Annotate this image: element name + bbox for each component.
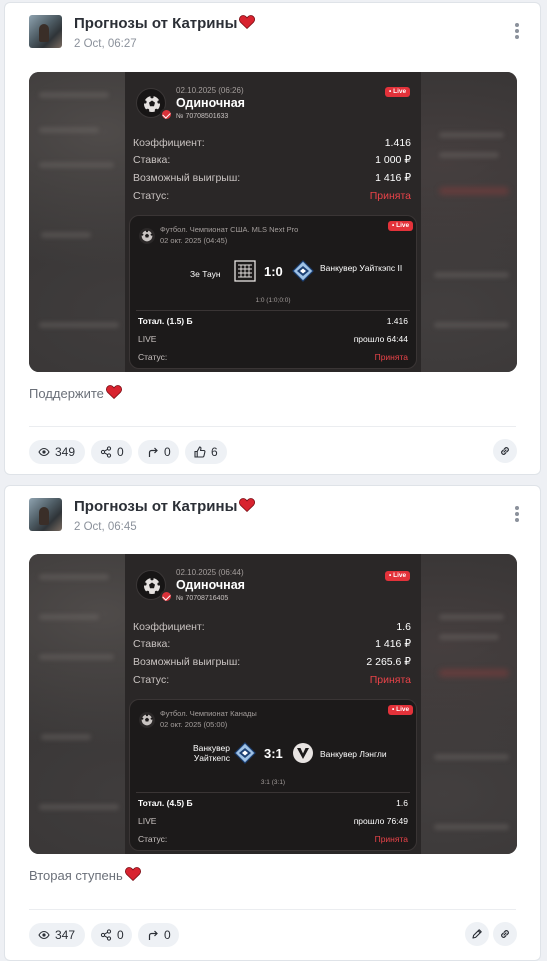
row-possible-win: Возможный выигрыш: 1 416 ₽ xyxy=(133,172,411,184)
ticket-type: Одиночная xyxy=(176,578,245,592)
author-name[interactable]: Прогнозы от Катрины xyxy=(74,498,256,515)
share-button[interactable]: 0 xyxy=(91,923,132,947)
share-icon xyxy=(100,446,112,458)
ticket-type: Одиночная xyxy=(176,96,245,110)
away-team-logo xyxy=(293,743,313,763)
home-team-logo xyxy=(234,742,256,764)
repost-arrow-icon xyxy=(148,930,158,940)
match-date: 02 окт. 2025 (05:00) xyxy=(160,720,228,729)
live-badge: • Live xyxy=(388,221,414,231)
views-counter[interactable]: 347 xyxy=(29,923,85,947)
ticket-date: 02.10.2025 (06:44) xyxy=(176,568,244,577)
match-score: 3:1 xyxy=(264,746,283,761)
avatar[interactable] xyxy=(29,498,62,531)
post-caption: Поддержите xyxy=(29,385,122,401)
share-icon xyxy=(100,929,112,941)
post-time: 2 Oct, 06:45 xyxy=(74,521,137,533)
match-row-status: Статус: Принята xyxy=(138,352,408,362)
away-team: Ванкувер Уайткэпс II xyxy=(320,263,403,273)
more-vertical-icon[interactable] xyxy=(514,506,520,524)
post-header: Прогнозы от Катрины 2 Oct, 06:27 xyxy=(29,15,520,55)
post-card: Прогнозы от Катрины 2 Oct, 06:45 02.10.2… xyxy=(4,485,541,961)
ticket-date: 02.10.2025 (06:26) xyxy=(176,86,244,95)
home-team: Зе Таун xyxy=(190,269,221,279)
bet-ticket: 02.10.2025 (06:44) Одиночная № 707087164… xyxy=(125,554,421,854)
post-image[interactable]: 02.10.2025 (06:44) Одиночная № 707087164… xyxy=(29,554,517,854)
row-status: Статус: Принята xyxy=(133,674,411,686)
copy-link-button[interactable] xyxy=(493,439,517,463)
repost-arrow-icon xyxy=(148,447,158,457)
match-league: Футбол. Чемпионат Канады xyxy=(160,709,257,718)
post-image[interactable]: 02.10.2025 (06:26) Одиночная № 707085016… xyxy=(29,72,517,372)
row-stake: Ставка: 1 000 ₽ xyxy=(133,154,411,166)
match-row-live: LIVE прошло 64:44 xyxy=(138,334,408,344)
pencil-icon xyxy=(472,929,482,939)
match-row-total: Тотал. (4.5) Б 1.6 xyxy=(138,798,408,808)
soccer-ball-icon xyxy=(139,712,155,728)
more-vertical-icon[interactable] xyxy=(514,23,520,41)
home-team-logo xyxy=(234,260,256,282)
link-icon xyxy=(501,930,509,938)
match-subscore: 3:1 (3:1) xyxy=(260,779,286,786)
live-badge: • Live xyxy=(388,705,414,715)
match-card: Футбол. Чемпионат США. MLS Next Pro 02 о… xyxy=(129,215,417,369)
like-button[interactable]: 6 xyxy=(185,440,227,464)
match-subscore: 1:0 (1:0;0:0) xyxy=(255,297,291,304)
thumbs-up-icon xyxy=(194,446,206,458)
ticket-number: № 70708716405 xyxy=(176,595,229,602)
views-counter[interactable]: 349 xyxy=(29,440,85,464)
bet-ticket: 02.10.2025 (06:26) Одиночная № 707085016… xyxy=(125,72,421,372)
edit-button[interactable] xyxy=(465,922,489,946)
match-score: 1:0 xyxy=(264,264,283,279)
away-team-logo xyxy=(292,260,314,282)
live-badge: • Live xyxy=(385,87,411,97)
eye-icon xyxy=(38,447,50,457)
match-date: 02 окт. 2025 (04:45) xyxy=(160,236,228,245)
heart-icon xyxy=(124,867,141,881)
heart-icon xyxy=(239,15,256,29)
row-stake: Ставка: 1 416 ₽ xyxy=(133,638,411,650)
row-coefficient: Коэффициент: 1.416 xyxy=(133,137,411,149)
heart-icon xyxy=(105,385,122,399)
heart-icon xyxy=(239,498,256,512)
link-icon xyxy=(501,447,509,455)
check-badge-icon xyxy=(160,108,173,121)
home-team: Ванкувер Уайткепс xyxy=(192,743,230,763)
copy-link-button[interactable] xyxy=(493,922,517,946)
soccer-ball-icon xyxy=(139,228,155,244)
match-league: Футбол. Чемпионат США. MLS Next Pro xyxy=(160,225,299,234)
share-button[interactable]: 0 xyxy=(91,440,132,464)
row-coefficient: Коэффициент: 1.6 xyxy=(133,621,411,633)
match-card: Футбол. Чемпионат Канады 02 окт. 2025 (0… xyxy=(129,699,417,851)
repost-button[interactable]: 0 xyxy=(138,923,179,947)
live-badge: • Live xyxy=(385,571,411,581)
ticket-number: № 70708501633 xyxy=(176,113,229,120)
repost-button[interactable]: 0 xyxy=(138,440,179,464)
match-row-status: Статус: Принята xyxy=(138,834,408,844)
avatar[interactable] xyxy=(29,15,62,48)
row-status: Статус: Принята xyxy=(133,190,411,202)
post-card: Прогнозы от Катрины 2 Oct, 06:27 02.10.2… xyxy=(4,2,541,475)
post-header: Прогнозы от Катрины 2 Oct, 06:45 xyxy=(29,498,520,538)
post-caption: Вторая ступень xyxy=(29,867,141,883)
away-team: Ванкувер Лэнгли xyxy=(320,749,387,759)
row-possible-win: Возможный выигрыш: 2 265.6 ₽ xyxy=(133,656,411,668)
match-row-total: Тотал. (1.5) Б 1.416 xyxy=(138,316,408,326)
eye-icon xyxy=(38,930,50,940)
author-name[interactable]: Прогнозы от Катрины xyxy=(74,15,256,32)
post-time: 2 Oct, 06:27 xyxy=(74,38,137,50)
match-row-live: LIVE прошло 76:49 xyxy=(138,816,408,826)
check-badge-icon xyxy=(160,590,173,603)
